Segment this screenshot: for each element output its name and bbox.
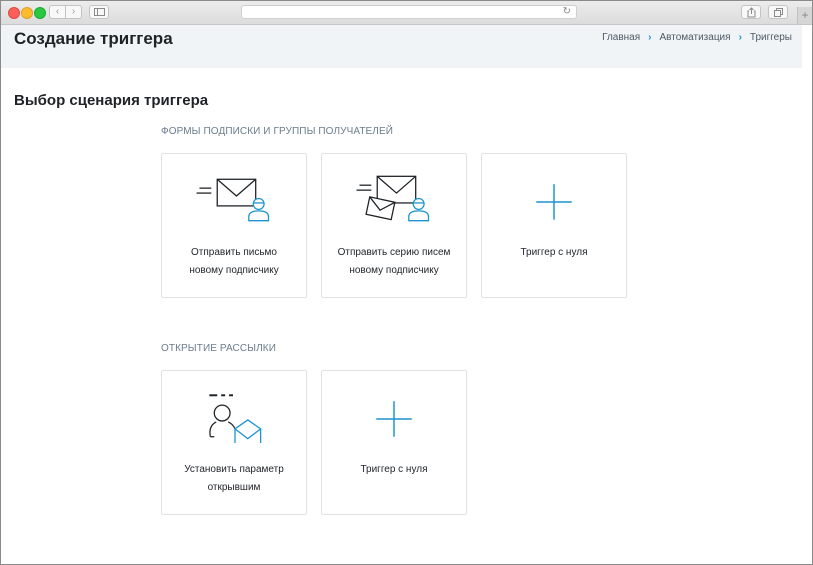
page-header: Создание триггера Главная › Автоматизаци… (1, 25, 802, 68)
card-label: Отправить письмо новому подписчику (189, 247, 279, 276)
breadcrumb-home[interactable]: Главная (602, 32, 640, 43)
share-icon (747, 7, 756, 18)
browser-window: ‹ › ↻ + Создание триггера Главная › Авто… (0, 0, 813, 565)
group-label-subscription-forms: ФОРМЫ ПОДПИСКИ И ГРУППЫ ПОЛУЧАТЕЛЕЙ (161, 126, 394, 137)
card-send-letter-new-subscriber[interactable]: Отправить письмо новому подписчику (161, 153, 307, 298)
chevron-right-icon: › (738, 32, 742, 43)
address-bar[interactable]: ↻ (241, 5, 577, 19)
sidebar-icon (94, 8, 105, 16)
tabs-icon (774, 8, 783, 17)
card-send-series-new-subscriber[interactable]: Отправить серию писем новому подписчику (321, 153, 467, 298)
breadcrumb: Главная › Автоматизация › Триггеры (602, 32, 792, 43)
envelopes-subscriber-icon (356, 175, 430, 222)
zoom-window-button[interactable] (34, 7, 46, 19)
forward-button[interactable]: › (65, 5, 82, 19)
share-button[interactable] (741, 5, 761, 19)
page-title: Создание триггера (14, 29, 173, 48)
card-label: Триггер с нуля (360, 464, 428, 475)
plus-icon (376, 401, 412, 437)
card-label: Триггер с нуля (520, 247, 588, 258)
chevron-right-icon: › (648, 32, 652, 43)
show-tabs-button[interactable] (768, 5, 788, 19)
card-label: Установить параметр открывшим (184, 464, 284, 493)
card-set-parameter-opened[interactable]: Установить параметр открывшим (161, 370, 307, 515)
browser-toolbar: ‹ › ↻ + (1, 1, 812, 25)
sidebar-toggle-button[interactable] (89, 5, 109, 19)
envelope-subscriber-icon (196, 178, 270, 222)
card-trigger-from-scratch[interactable]: Триггер с нуля (481, 153, 627, 298)
card-label: Отправить серию писем новому подписчику (337, 247, 451, 276)
plus-icon (536, 184, 572, 220)
breadcrumb-automation[interactable]: Автоматизация (660, 32, 731, 43)
new-tab-button[interactable]: + (797, 7, 812, 24)
person-open-envelope-icon (209, 394, 262, 443)
group-label-mailing-open: ОТКРЫТИЕ РАССЫЛКИ (161, 343, 277, 354)
breadcrumb-triggers[interactable]: Триггеры (750, 32, 792, 43)
card-trigger-from-scratch[interactable]: Триггер с нуля (321, 370, 467, 515)
reload-icon[interactable]: ↻ (563, 6, 571, 18)
minimize-window-button[interactable] (21, 7, 33, 19)
section-title: Выбор сценария триггера (14, 92, 209, 109)
back-button[interactable]: ‹ (49, 5, 66, 19)
close-window-button[interactable] (8, 7, 20, 19)
